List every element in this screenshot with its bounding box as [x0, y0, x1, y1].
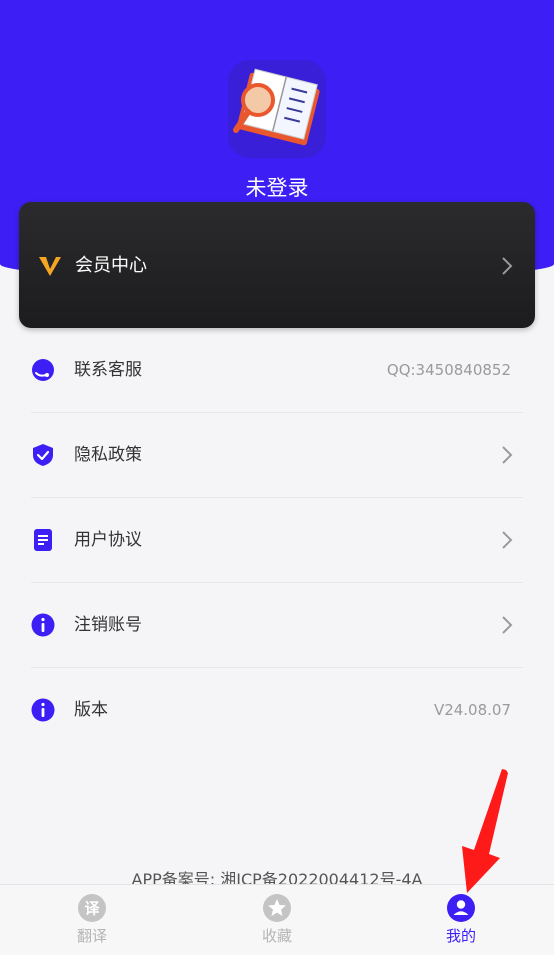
tab-label: 收藏	[261, 927, 292, 945]
book-magnifier-icon	[228, 60, 326, 158]
tab-favorites[interactable]: 收藏	[232, 893, 322, 946]
tab-label: 我的	[445, 927, 476, 945]
menu-item-label: 隐私政策	[74, 445, 142, 465]
menu-item-version[interactable]: 版本 V24.08.07	[31, 668, 523, 752]
support-qq-value: QQ:3450840852	[386, 361, 511, 379]
annotation-arrow-icon	[462, 769, 508, 893]
menu-item-privacy-policy[interactable]: 隐私政策	[31, 413, 523, 498]
vip-center-card[interactable]: 会员中心	[19, 202, 535, 328]
info-icon	[31, 698, 55, 722]
tab-label: 翻译	[76, 927, 107, 945]
document-icon	[34, 529, 52, 551]
info-icon	[31, 613, 55, 637]
translate-glyph: 译	[84, 900, 100, 918]
chevron-right-icon	[502, 531, 513, 549]
tab-mine[interactable]: 我的	[416, 893, 506, 946]
login-status-label[interactable]: 未登录	[0, 172, 554, 202]
shield-check-icon	[33, 444, 53, 466]
menu-item-delete-account[interactable]: 注销账号	[31, 583, 523, 668]
menu-item-label: 版本	[74, 700, 108, 720]
menu-item-label: 注销账号	[74, 615, 142, 635]
chevron-right-icon	[502, 616, 513, 634]
vip-center-label: 会员中心	[75, 255, 147, 276]
headset-icon	[32, 359, 54, 381]
translate-icon: 译	[78, 894, 106, 922]
settings-menu: 联系客服 QQ:3450840852 隐私政策 用户协议 注销账号 版本 V24…	[0, 328, 554, 752]
version-value: V24.08.07	[433, 701, 511, 719]
menu-item-contact-support[interactable]: 联系客服 QQ:3450840852	[31, 328, 523, 413]
menu-item-user-agreement[interactable]: 用户协议	[31, 498, 523, 583]
star-icon	[263, 894, 291, 922]
tab-translate[interactable]: 译 翻译	[47, 893, 137, 946]
menu-item-label: 用户协议	[74, 530, 142, 550]
menu-item-label: 联系客服	[74, 360, 142, 380]
chevron-right-icon	[502, 257, 513, 275]
vip-v-icon	[39, 257, 61, 276]
app-logo	[228, 60, 326, 158]
chevron-right-icon	[502, 446, 513, 464]
